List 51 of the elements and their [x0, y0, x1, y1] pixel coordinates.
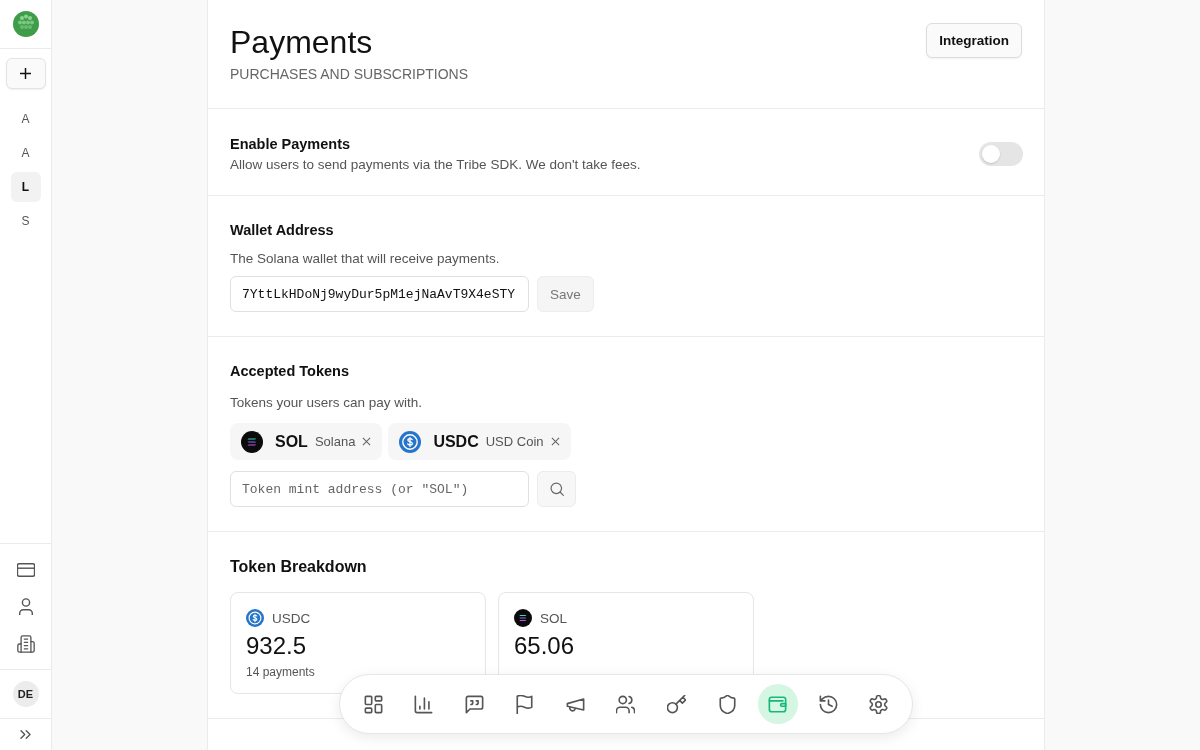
- section-title: Accepted Tokens: [230, 362, 350, 381]
- close-icon[interactable]: [362, 437, 372, 446]
- usd-coin-token-icon: [246, 609, 264, 627]
- sidebar-item[interactable]: A: [10, 104, 41, 134]
- logo-icon: [12, 11, 39, 37]
- token-amount: 65.06: [514, 631, 576, 661]
- token-symbol: SOL: [540, 610, 567, 626]
- token-address-field[interactable]: Token mint address (or "SOL"): [230, 471, 529, 507]
- history-icon: [818, 694, 838, 714]
- usd-coin-token-icon: [399, 430, 422, 453]
- token-symbol: USDC: [272, 610, 311, 626]
- wallet-address-field[interactable]: 7YttLkHDoNj9wyDur5pM1ejNaAvT9X4eSTY: [230, 276, 529, 312]
- token-name: USD Coin: [485, 434, 544, 449]
- dashboard-icon: [363, 694, 383, 714]
- flag-icon: [515, 694, 535, 714]
- quote-message-icon: [464, 694, 484, 714]
- wallet-icon: [768, 694, 788, 714]
- users-icon: [616, 694, 636, 714]
- search-button[interactable]: [537, 471, 576, 507]
- token-symbol: USDC: [433, 432, 479, 451]
- token-symbol: SOL: [275, 432, 308, 451]
- solana-token-icon: [241, 430, 263, 453]
- toggle-switch[interactable]: [979, 142, 1023, 166]
- section-title: Enable Payments: [230, 135, 352, 154]
- chevrons-right-icon[interactable]: [20, 730, 31, 739]
- bar-chart-icon: [414, 694, 434, 714]
- payment-count: 14 payments: [246, 664, 316, 680]
- section-title: Token Breakdown: [230, 557, 368, 577]
- solana-token-icon: [514, 609, 532, 627]
- shield-icon: [717, 694, 737, 714]
- user-avatar[interactable]: DE: [12, 681, 39, 707]
- token-amount: 932.5: [246, 631, 308, 661]
- sidebar-item[interactable]: S: [10, 206, 41, 236]
- sidebar-item[interactable]: A: [10, 138, 41, 168]
- search-icon: [549, 482, 564, 496]
- key-icon: [667, 694, 687, 714]
- integration-button[interactable]: Integration: [926, 23, 1022, 58]
- section-title: Wallet Address: [230, 221, 335, 240]
- plus-icon: [20, 68, 31, 79]
- credit-card-icon[interactable]: [16, 561, 35, 579]
- user-icon[interactable]: [16, 598, 35, 616]
- close-icon[interactable]: [550, 437, 560, 446]
- section-description: Allow users to send payments via the Tribe SDK. We don't take fees.: [230, 156, 641, 174]
- page-subtitle: PURCHASES AND SUBSCRIPTIONS: [230, 65, 469, 84]
- settings-icon: [869, 694, 889, 714]
- section-description: Tokens your users can pay with.: [230, 394, 424, 412]
- section-description: The Solana wallet that will receive payments.: [230, 250, 501, 268]
- sidebar-item[interactable]: L: [10, 172, 41, 202]
- token-name: Solana: [314, 434, 356, 449]
- page-title: Payments: [230, 23, 373, 62]
- building-icon[interactable]: [16, 635, 35, 653]
